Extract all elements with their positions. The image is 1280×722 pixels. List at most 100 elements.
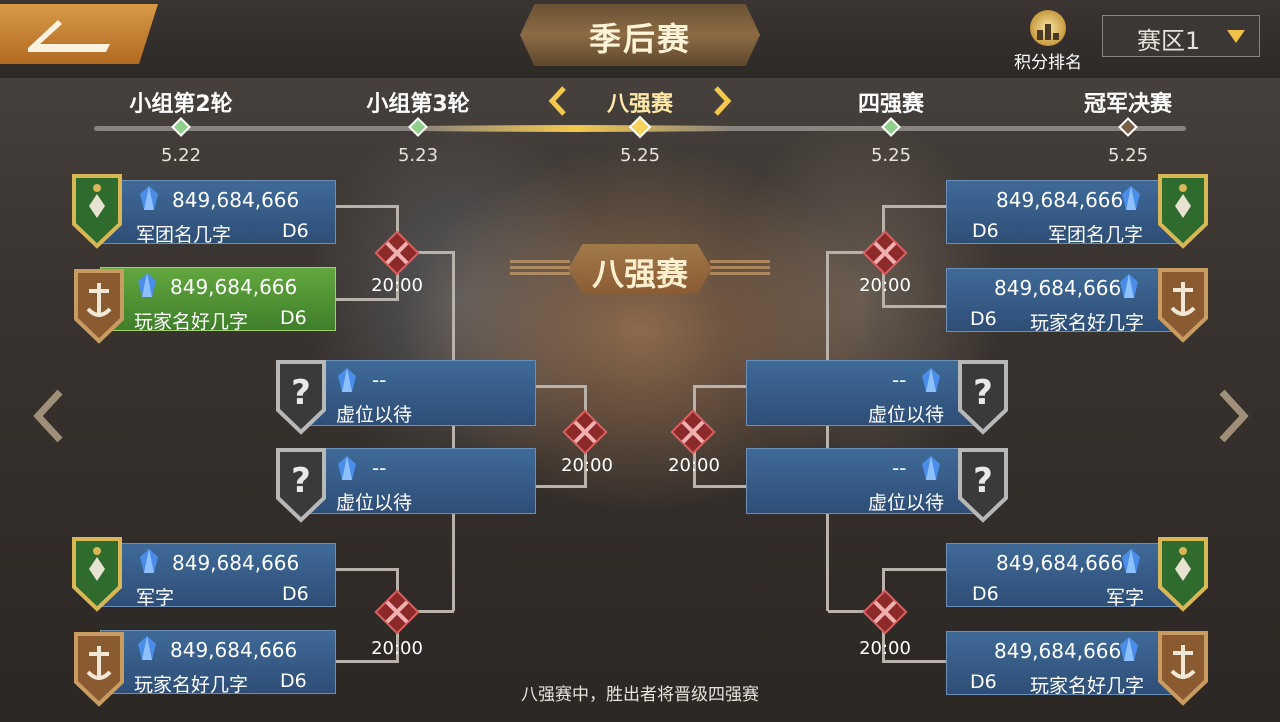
division-label: D6 (972, 220, 999, 242)
bracket-line (334, 568, 398, 571)
stage-date: 5.25 (1107, 145, 1149, 166)
power-score: 849,684,666 (996, 551, 1124, 575)
power-score: -- (892, 368, 907, 392)
team-name: 军团名几字 (136, 224, 232, 246)
back-button[interactable] (0, 4, 158, 64)
bracket-line (334, 205, 398, 208)
bracket-card-right-3[interactable]: 849,684,666 D6 军字 (946, 543, 1180, 609)
crystal-icon (132, 271, 162, 301)
power-score: 849,684,666 (994, 276, 1122, 300)
division-label: D6 (970, 308, 997, 330)
bracket-card-left-2[interactable]: 849,684,666 玩家名好几字 D6 (100, 267, 336, 333)
svg-text:?: ? (973, 373, 993, 413)
match-time: 20:00 (371, 275, 423, 296)
bracket-slot-left-1[interactable]: -- 虚位以待 (302, 360, 536, 426)
bracket-line (884, 205, 948, 208)
team-name: 军字 (1106, 587, 1145, 609)
podium-icon (1030, 10, 1066, 46)
stage-next-icon[interactable] (714, 86, 732, 116)
power-score: 849,684,666 (170, 638, 298, 662)
bronze-anchor-icon (1154, 266, 1212, 344)
power-score: -- (372, 368, 387, 392)
stage-tab-semifinal[interactable]: 四强赛 (858, 86, 924, 118)
stage-tab-group-3[interactable]: 小组第3轮 (366, 86, 469, 118)
bracket-slot-right-1[interactable]: -- 虚位以待 (746, 360, 978, 426)
bracket-line (826, 251, 829, 611)
match-time: 20:00 (371, 638, 423, 659)
page-title: 季后赛 (588, 20, 691, 58)
bracket-slot-right-2[interactable]: -- 虚位以待 (746, 448, 978, 514)
question-shield-icon: ? (954, 358, 1012, 436)
bracket-line (452, 251, 455, 611)
green-shield-icon (1154, 172, 1212, 250)
crossed-swords-icon[interactable] (860, 228, 910, 278)
crystal-icon (134, 547, 164, 577)
bracket-slot-left-2[interactable]: -- 虚位以待 (302, 448, 536, 514)
green-shield-icon (1154, 535, 1212, 613)
team-name: 玩家名好几字 (134, 311, 249, 333)
ranking-button[interactable]: 积分排名 (1012, 10, 1084, 73)
green-shield-icon (68, 172, 126, 250)
power-score: 849,684,666 (172, 188, 300, 212)
stage-tab-final[interactable]: 冠军决赛 (1084, 86, 1172, 118)
region-select[interactable]: 赛区1 (1102, 15, 1260, 57)
dropdown-caret-icon (1227, 30, 1245, 43)
power-score: -- (372, 456, 387, 480)
round-banner-label: 八强赛 (591, 255, 688, 293)
back-arrow-icon (28, 20, 110, 52)
crossed-swords-icon[interactable] (372, 587, 422, 637)
crossed-swords-icon[interactable] (668, 407, 718, 457)
bronze-anchor-icon (70, 267, 128, 345)
bracket-card-left-3[interactable]: 849,684,666 军字 D6 (100, 543, 336, 609)
match-time: 20:00 (668, 455, 720, 476)
team-name: 玩家名好几字 (1030, 312, 1145, 334)
power-score: 849,684,666 (994, 639, 1122, 663)
stage-tab-group-2[interactable]: 小组第2轮 (129, 86, 232, 118)
bracket-line (534, 385, 586, 388)
stage-date: 5.22 (160, 145, 202, 166)
crystal-icon (134, 184, 164, 214)
region-value: 赛区1 (1137, 27, 1201, 55)
slot-name: 虚位以待 (868, 492, 945, 514)
bracket-card-right-1[interactable]: 849,684,666 D6 军团名几字 (946, 180, 1180, 246)
crystal-icon (132, 634, 162, 664)
match-time: 20:00 (859, 275, 911, 296)
crossed-swords-icon[interactable] (860, 587, 910, 637)
division-label: D6 (282, 583, 309, 605)
crossed-swords-icon[interactable] (560, 407, 610, 457)
bracket-line (884, 568, 948, 571)
page-next-icon[interactable] (1212, 388, 1252, 444)
team-name: 军团名几字 (1048, 224, 1144, 246)
page-prev-icon[interactable] (30, 388, 70, 444)
division-label: D6 (282, 220, 309, 242)
stage-date: 5.25 (619, 145, 661, 166)
bracket-line (694, 385, 746, 388)
team-name: 军字 (136, 587, 175, 609)
slot-name: 虚位以待 (336, 404, 413, 426)
ranking-label: 积分排名 (1014, 53, 1082, 73)
question-shield-icon: ? (272, 446, 330, 524)
crystal-icon (916, 454, 946, 484)
crossed-swords-icon[interactable] (372, 228, 422, 278)
bracket-line (884, 305, 948, 308)
round-banner: 八强赛 (510, 240, 770, 298)
question-shield-icon: ? (272, 358, 330, 436)
stage-prev-icon[interactable] (548, 86, 566, 116)
stage-date: 5.25 (870, 145, 912, 166)
stage-date: 5.23 (397, 145, 439, 166)
svg-text:?: ? (973, 461, 993, 501)
division-label: D6 (972, 583, 999, 605)
division-label: D6 (280, 307, 307, 329)
power-score: 849,684,666 (170, 275, 298, 299)
match-time: 20:00 (859, 638, 911, 659)
bracket-line (534, 485, 586, 488)
green-shield-icon (68, 535, 126, 613)
crystal-icon (916, 366, 946, 396)
power-score: -- (892, 456, 907, 480)
bracket-card-left-1[interactable]: 849,684,666 军团名几字 D6 (100, 180, 336, 246)
crystal-icon (332, 366, 362, 396)
stage-tab-quarterfinal[interactable]: 八强赛 (607, 86, 673, 118)
question-shield-icon: ? (954, 446, 1012, 524)
bracket-line (334, 298, 398, 301)
bracket-card-right-2[interactable]: 849,684,666 D6 玩家名好几字 (946, 268, 1180, 334)
